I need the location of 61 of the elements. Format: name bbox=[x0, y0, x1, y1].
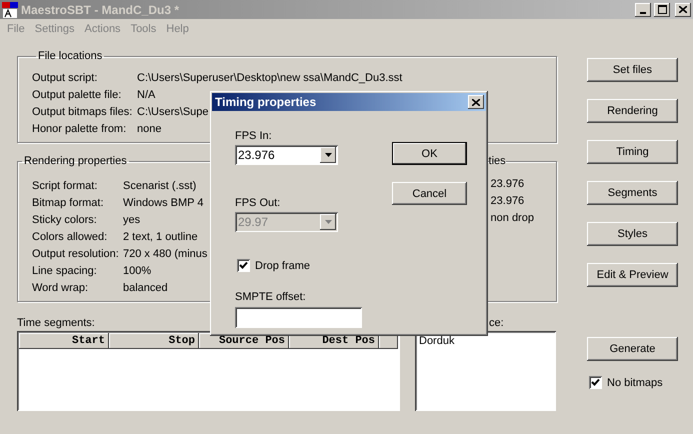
window-title: MaestroSBT - MandC_Du3 * bbox=[21, 2, 180, 16]
app-icon bbox=[2, 2, 18, 18]
close-icon bbox=[679, 6, 687, 13]
checkbox[interactable] bbox=[589, 376, 602, 389]
field-value: 23.976 bbox=[490, 177, 524, 192]
action-button[interactable]: Styles bbox=[587, 222, 678, 246]
action-button[interactable]: Segments bbox=[587, 181, 678, 205]
field-value: yes bbox=[123, 213, 140, 227]
field-label: Output bitmaps files: bbox=[32, 105, 132, 119]
list-item[interactable]: Dorduk bbox=[419, 335, 552, 348]
field-label: Script format: bbox=[32, 179, 98, 193]
field-value: balanced bbox=[123, 281, 168, 295]
field-value: none bbox=[137, 122, 162, 136]
checkbox-label[interactable]: No bitmaps bbox=[607, 376, 663, 388]
field-label: Output resolution: bbox=[32, 247, 119, 261]
field-value: 100% bbox=[123, 264, 152, 278]
field-label: Colors allowed: bbox=[32, 230, 108, 244]
field-value: 720 x 480 (minus bbox=[123, 247, 208, 261]
time-segments-list[interactable]: Start Stop Source Pos Dest Pos bbox=[17, 331, 400, 411]
field-label: SMPTE offset: bbox=[235, 291, 306, 305]
close-button[interactable] bbox=[468, 95, 484, 109]
source-list[interactable]: Dorduk bbox=[415, 331, 556, 411]
field-label: Sticky colors: bbox=[32, 213, 97, 227]
field-label: Output palette file: bbox=[32, 88, 122, 102]
action-button[interactable]: Edit & Preview bbox=[587, 263, 678, 287]
field-value: N/A bbox=[137, 88, 156, 102]
list-label: ce: bbox=[489, 317, 504, 331]
action-button[interactable]: Set files bbox=[587, 58, 678, 82]
field-value: Windows BMP 4 bbox=[123, 196, 204, 210]
field-label: Line spacing: bbox=[32, 264, 97, 278]
field-label: FPS In: bbox=[235, 130, 272, 144]
field-value: C:\Users\Supe bbox=[137, 105, 209, 119]
checkbox[interactable] bbox=[237, 259, 250, 272]
group-title: Rendering properties bbox=[23, 155, 128, 167]
fps-dropdown[interactable]: 23.976 bbox=[235, 145, 338, 165]
checkbox-label[interactable]: Drop frame bbox=[255, 260, 310, 272]
field-value: 23.976 bbox=[490, 194, 524, 209]
column-header[interactable]: Stop bbox=[109, 333, 199, 349]
smpte-offset-field[interactable] bbox=[235, 307, 362, 328]
action-button[interactable]: Rendering bbox=[587, 99, 678, 123]
field-value: 2 text, 1 outline bbox=[123, 230, 198, 244]
column-header[interactable]: Start bbox=[19, 333, 109, 349]
minimize-icon bbox=[640, 12, 646, 14]
dialog-button[interactable]: Cancel bbox=[392, 182, 467, 205]
generate-button[interactable]: Generate bbox=[587, 337, 678, 361]
action-button[interactable]: Timing bbox=[587, 140, 678, 164]
field-label: Bitmap format: bbox=[32, 196, 104, 210]
dialog-title: Timing properties bbox=[215, 95, 318, 109]
time-segments-label: Time segments: bbox=[17, 317, 95, 331]
field-value: C:\Users\Superuser\Desktop\new ssa\MandC_Du3.sst bbox=[137, 71, 402, 85]
group-title: ties bbox=[488, 155, 506, 167]
maximize-icon bbox=[658, 5, 666, 14]
field-value: Scenarist (.sst) bbox=[123, 179, 196, 193]
field-label: Word wrap: bbox=[32, 281, 88, 295]
field-label: Output script: bbox=[32, 71, 98, 85]
field-value: non drop bbox=[490, 211, 534, 226]
dialog-button[interactable]: OK bbox=[392, 142, 467, 165]
close-icon bbox=[472, 98, 480, 106]
group-title: File locations bbox=[37, 50, 104, 62]
field-label: FPS Out: bbox=[235, 197, 280, 211]
field-label: Honor palette from: bbox=[32, 122, 126, 136]
